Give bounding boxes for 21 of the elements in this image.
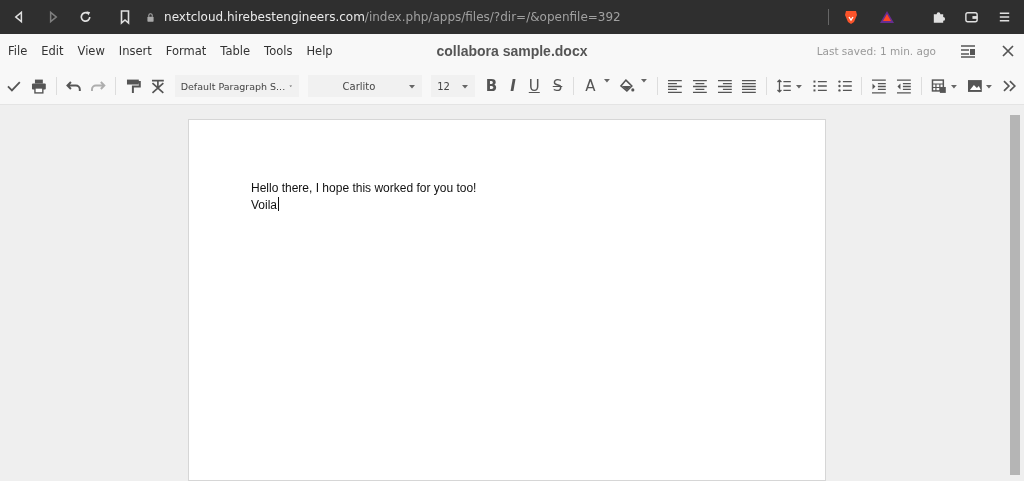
menu-item[interactable]: Table bbox=[220, 44, 251, 58]
menu-item[interactable]: Tools bbox=[264, 44, 293, 58]
menu-item[interactable]: Format bbox=[165, 44, 207, 58]
bold-button[interactable]: B bbox=[483, 77, 500, 95]
url-text: nextcloud.hirebestengineers.com/index.php/apps/files/?dir=/&openfile=392 bbox=[164, 10, 621, 24]
underline-button[interactable]: U bbox=[526, 77, 542, 95]
font-dropdown[interactable]: Carlito bbox=[307, 75, 423, 97]
paragraph-text: Hello there, I hope this worked for you too! bbox=[251, 180, 478, 197]
paragraph-text: Voila bbox=[251, 197, 281, 214]
strikethrough-button[interactable]: S bbox=[550, 77, 565, 95]
menu-item[interactable]: Edit bbox=[41, 44, 64, 58]
italic-button[interactable]: I bbox=[508, 77, 518, 95]
document-title: collabora sample.docx bbox=[435, 43, 589, 59]
menu-item[interactable]: Insert bbox=[118, 44, 152, 58]
last-saved-text: Last saved: 1 min. ago bbox=[816, 45, 936, 57]
font-size-dropdown[interactable]: 12 bbox=[431, 75, 475, 97]
paragraph-style-dropdown[interactable]: Default Paragraph S... bbox=[174, 75, 299, 97]
font-color-button[interactable]: A bbox=[583, 77, 598, 95]
menu-item[interactable]: View bbox=[77, 44, 105, 58]
menu-item[interactable]: Help bbox=[306, 44, 333, 58]
menu-item[interactable]: File bbox=[8, 44, 28, 58]
